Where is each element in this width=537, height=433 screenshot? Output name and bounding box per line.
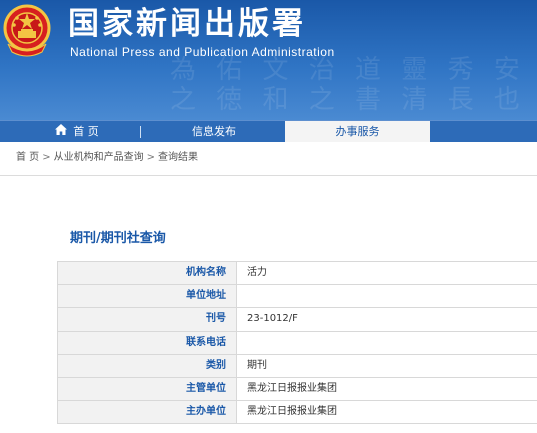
field-label: 类别 (57, 354, 237, 377)
field-value: 期刊 (247, 359, 267, 371)
breadcrumb-separator: > (42, 152, 51, 163)
breadcrumb: 首 页 > 从业机构和产品查询 > 查询结果 (0, 142, 537, 176)
table-row: 刊号 23-1012/F (57, 308, 537, 332)
site-header: 為 佑 文 治 道 靈 秀 安 山 傳 之 徳 和 之 書 清 長 也 悉 美 … (0, 0, 537, 120)
table-row: 主管单位 黑龙江日报报业集团 (57, 377, 537, 402)
field-label: 主办单位 (57, 401, 237, 424)
breadcrumb-separator: > (146, 152, 155, 163)
page-title: 期刊/期刊社查询 (70, 231, 166, 246)
breadcrumb-current: 查询结果 (157, 152, 198, 163)
nav-info-release[interactable]: 信息发布 (178, 121, 250, 143)
field-value: 黑龙江日报报业集团 (247, 382, 337, 394)
field-value (237, 332, 537, 354)
table-row: 联系电话 (57, 331, 537, 355)
field-label: 联系电话 (57, 331, 237, 354)
site-title-chinese[interactable]: 国家新闻出版署 (68, 4, 306, 44)
field-value: 黑龙江日报报业集团 (247, 406, 337, 418)
nav-home-label: 首 页 (73, 125, 99, 138)
breadcrumb-org-query[interactable]: 从业机构和产品查询 (54, 142, 144, 174)
national-emblem-icon (2, 4, 52, 58)
breadcrumb-home[interactable]: 首 页 (16, 142, 39, 174)
home-icon (55, 121, 68, 143)
table-row: 主办单位 黑龙江日报报业集团 (57, 401, 537, 425)
calligraphy-background: 為 佑 文 治 道 靈 秀 安 山 傳 之 徳 和 之 書 清 長 也 悉 美 (170, 55, 537, 115)
nav-divider (140, 126, 141, 138)
field-value (237, 285, 537, 307)
table-row: 单位地址 (57, 285, 537, 309)
field-label: 单位地址 (57, 285, 237, 308)
main-navigation: 首 页 信息发布 办事服务 (0, 120, 537, 143)
result-table: 机构名称 活力 单位地址 刊号 23-1012/F 联系电话 类别 期刊 主管单… (57, 261, 537, 425)
nav-home[interactable]: 首 页 (42, 121, 112, 143)
field-value: 活力 (247, 267, 267, 278)
table-row: 类别 期刊 (57, 354, 537, 378)
site-title-english: National Press and Publication Administr… (70, 45, 335, 59)
field-value: 23-1012/F (247, 313, 298, 325)
field-label: 刊号 (57, 308, 237, 331)
nav-services[interactable]: 办事服务 (285, 121, 430, 143)
field-label: 主管单位 (57, 377, 237, 401)
table-row: 机构名称 活力 (57, 262, 537, 286)
field-label: 机构名称 (57, 262, 237, 285)
